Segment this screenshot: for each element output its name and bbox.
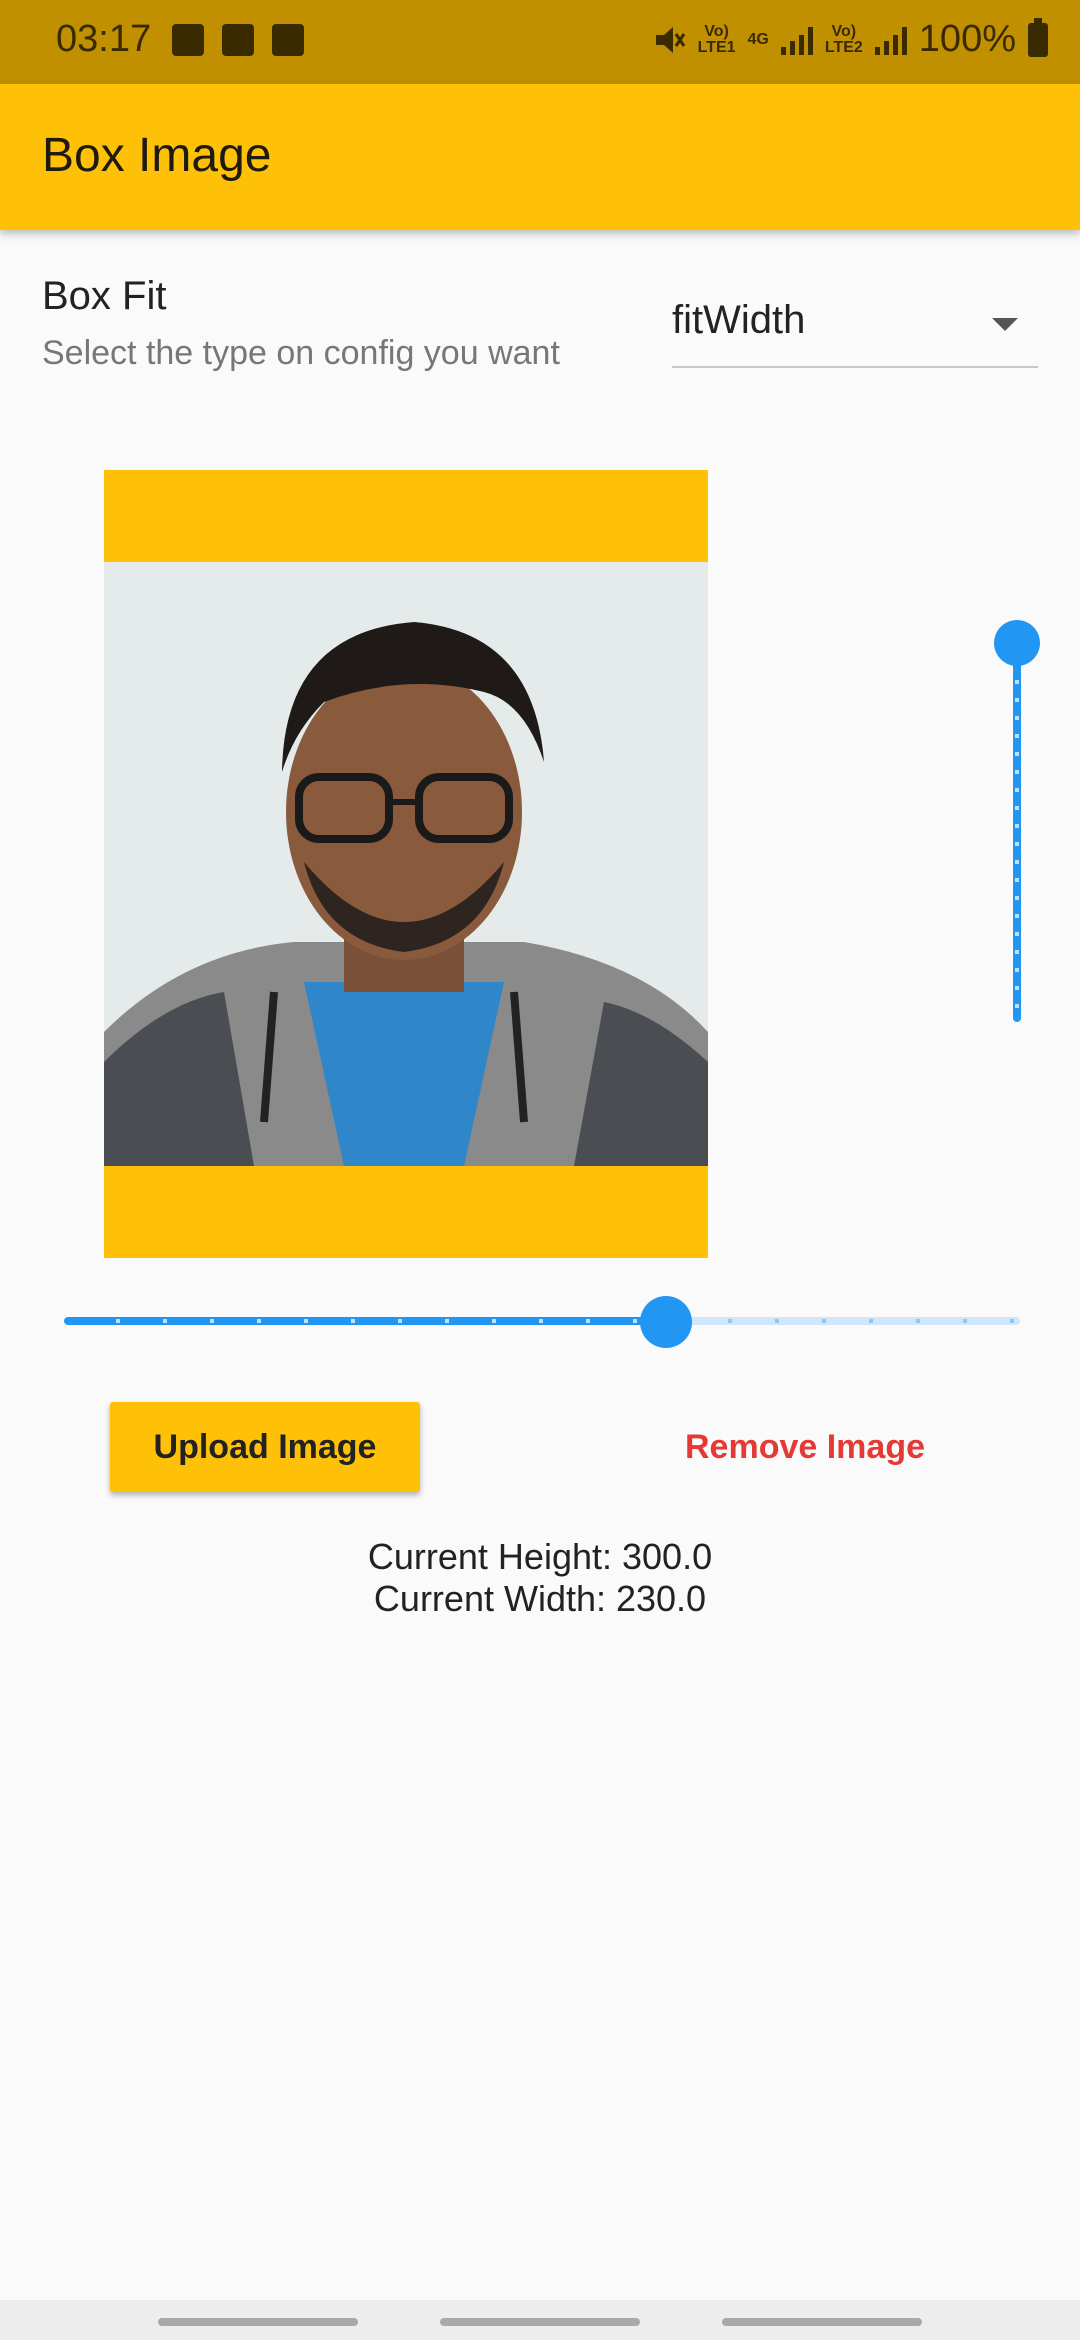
person-photo bbox=[104, 562, 708, 1166]
width-slider-ticks bbox=[728, 1319, 1018, 1323]
clock-icon bbox=[222, 24, 254, 56]
page-title: Box Image bbox=[42, 129, 272, 182]
person-illustration bbox=[104, 562, 708, 1166]
height-slider[interactable] bbox=[994, 620, 1040, 1030]
image-container bbox=[104, 470, 708, 1258]
height-slider-thumb[interactable] bbox=[994, 620, 1040, 666]
width-slider-thumb[interactable] bbox=[640, 1296, 693, 1348]
status-bar: 03:17 Vo) LTE1 4G Vo) LTE2 100% bbox=[0, 0, 1080, 84]
upload-image-button[interactable]: Upload Image bbox=[110, 1402, 420, 1492]
app-bar: Box Image bbox=[0, 84, 1080, 230]
current-width-text: Current Width: 230.0 bbox=[373, 1578, 707, 1619]
sim2-tag: Vo) LTE2 bbox=[824, 22, 863, 56]
nav-back-button[interactable] bbox=[722, 2318, 922, 2326]
current-height-text: Current Height: 300.0 bbox=[367, 1536, 713, 1577]
battery-percent: 100% bbox=[918, 18, 1016, 60]
width-slider[interactable] bbox=[60, 1296, 1020, 1348]
box-fit-dropdown[interactable]: fitWidth bbox=[672, 288, 1038, 368]
signal-icon bbox=[874, 25, 907, 55]
height-slider-ticks bbox=[1015, 680, 1019, 1010]
battery-icon bbox=[1028, 17, 1048, 57]
sim1-tag: Vo) LTE1 bbox=[697, 22, 736, 56]
navigation-bar bbox=[0, 2300, 1080, 2340]
status-system-icons: Vo) LTE1 4G Vo) LTE2 100% bbox=[652, 17, 1048, 61]
width-slider-ticks bbox=[116, 1319, 676, 1323]
status-notification-icons bbox=[172, 24, 304, 56]
nav-recents-button[interactable] bbox=[158, 2318, 358, 2326]
network-type: 4G bbox=[747, 30, 769, 48]
box-fit-title: Box Fit bbox=[42, 274, 167, 318]
box-fit-subtitle: Select the type on config you want bbox=[42, 334, 560, 372]
mute-icon bbox=[655, 26, 685, 53]
box-fit-selected-value: fitWidth bbox=[672, 298, 806, 342]
remove-image-button[interactable]: Remove Image bbox=[660, 1402, 950, 1492]
signal-icon bbox=[780, 25, 813, 55]
status-time: 03:17 bbox=[56, 18, 152, 60]
nav-home-button[interactable] bbox=[440, 2318, 640, 2326]
dropdown-arrow-icon bbox=[992, 318, 1018, 331]
wifi-calling-icon bbox=[272, 24, 304, 56]
image-icon bbox=[172, 24, 204, 56]
